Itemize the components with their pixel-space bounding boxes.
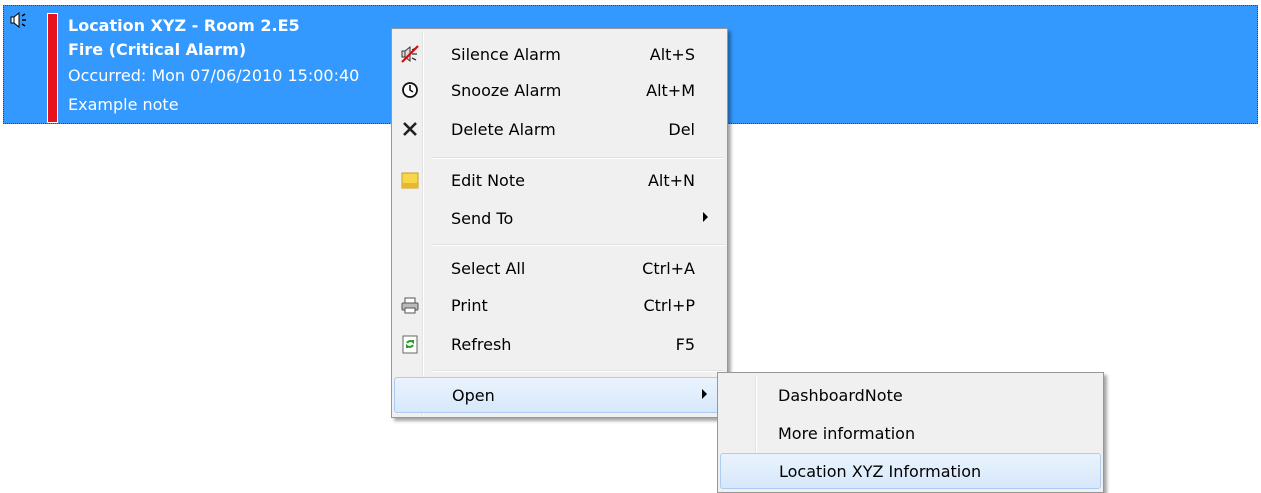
menu-item-refresh[interactable]: Refresh F5 (394, 327, 725, 363)
menu-item-label: Refresh (451, 335, 512, 354)
menu-item-silence-alarm[interactable]: Silence Alarm Alt+S (394, 37, 725, 73)
speaker-icon (10, 11, 26, 29)
refresh-icon (402, 335, 418, 354)
printer-icon (401, 297, 419, 314)
menu-item-label: Snooze Alarm (451, 81, 562, 100)
submenu-item-more-information[interactable]: More information (720, 416, 1101, 452)
menu-item-edit-note[interactable]: Edit Note Alt+N (394, 163, 725, 199)
submenu-arrow-icon (702, 389, 707, 399)
menu-item-shortcut: Alt+N (647, 171, 695, 190)
alarm-type: Fire (Critical Alarm) (68, 40, 247, 59)
speaker-muted-icon (401, 45, 419, 63)
menu-item-print[interactable]: Print Ctrl+P (394, 288, 725, 324)
open-submenu: DashboardNote More information Location … (717, 372, 1104, 493)
menu-item-shortcut: Alt+M (646, 81, 695, 100)
clock-icon (402, 82, 418, 98)
submenu-arrow-icon (703, 212, 708, 222)
submenu-item-location-xyz-information[interactable]: Location XYZ Information (720, 453, 1101, 489)
menu-item-label: Open (452, 386, 495, 405)
menu-item-label: Select All (451, 259, 526, 278)
menu-item-label: Edit Note (451, 171, 525, 190)
menu-item-label: Delete Alarm (451, 120, 556, 139)
menu-item-label: Location XYZ Information (779, 462, 982, 481)
menu-item-label: Send To (451, 209, 514, 228)
menu-item-send-to[interactable]: Send To (394, 201, 725, 237)
context-menu: Silence Alarm Alt+S Snooze Alarm Alt+M D… (391, 28, 728, 418)
alarm-location: Location XYZ - Room 2.E5 (68, 16, 300, 35)
menu-item-shortcut: Ctrl+A (642, 259, 695, 278)
menu-item-select-all[interactable]: Select All Ctrl+A (394, 251, 725, 287)
menu-item-label: Print (451, 296, 488, 315)
menu-separator (432, 244, 724, 246)
menu-item-shortcut: Alt+S (649, 45, 695, 64)
menu-item-label: DashboardNote (778, 386, 903, 405)
menu-separator (432, 157, 724, 159)
menu-item-label: More information (778, 424, 916, 443)
menu-separator (432, 370, 724, 372)
menu-item-shortcut: Del (668, 120, 695, 139)
submenu-item-dashboardnote[interactable]: DashboardNote (720, 378, 1101, 414)
alarm-note: Example note (68, 95, 179, 114)
menu-item-open[interactable]: Open (394, 377, 725, 413)
severity-indicator (47, 13, 58, 123)
sticky-note-icon (401, 172, 419, 189)
delete-x-icon (403, 122, 417, 136)
menu-item-label: Silence Alarm (451, 45, 561, 64)
menu-item-snooze-alarm[interactable]: Snooze Alarm Alt+M (394, 73, 725, 109)
alarm-occurred: Occurred: Mon 07/06/2010 15:00:40 (68, 66, 360, 85)
menu-item-delete-alarm[interactable]: Delete Alarm Del (394, 112, 725, 148)
menu-item-shortcut: Ctrl+P (643, 296, 695, 315)
menu-item-shortcut: F5 (675, 335, 695, 354)
